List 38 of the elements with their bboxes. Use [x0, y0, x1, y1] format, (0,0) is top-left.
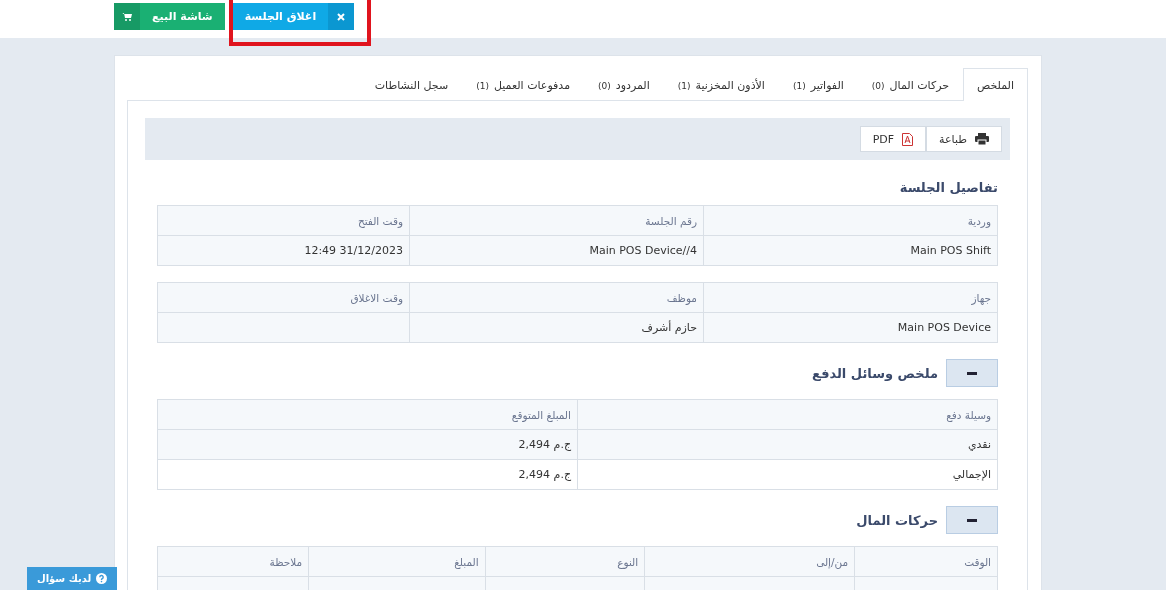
section-title: ملخص وسائل الدفع [812, 365, 938, 381]
print-button[interactable]: طباعة [926, 126, 1002, 152]
pdf-button[interactable]: PDF [859, 126, 927, 152]
printer-icon [975, 133, 989, 145]
minus-icon [967, 518, 977, 522]
column-header: المبلغ [308, 546, 486, 577]
column-header: المبلغ المتوقع [157, 399, 578, 430]
column-header: موظف [409, 282, 704, 313]
section-title: تفاصيل الجلسة [899, 180, 998, 195]
table-cell: ج.م 2,494 [157, 459, 578, 490]
column-header: ملاحظة [157, 546, 309, 577]
column-header: رقم الجلسة [409, 205, 704, 236]
column-header: وردية [703, 205, 998, 236]
column-header: وقت الفتح [157, 205, 410, 236]
column-header: جهاز [703, 282, 998, 313]
collapse-button[interactable] [946, 506, 998, 534]
cart-icon [122, 12, 132, 21]
table-cell: Main POS Device [703, 312, 998, 343]
table-cell: Main POS Device//4 [409, 235, 704, 266]
column-header: وسيلة دفع [577, 399, 998, 430]
table-cell: الإجمالي [577, 459, 998, 490]
tab[interactable]: الملخص [963, 68, 1028, 101]
table-cell: 31/12/2023 12:49 [157, 235, 410, 266]
table-cell: Main POS Shift [703, 235, 998, 266]
table-cell: نقدي [577, 429, 998, 460]
section-title: حركات المال [856, 512, 938, 528]
question-icon [96, 573, 108, 584]
column-header: النوع [485, 546, 645, 577]
minus-icon [967, 371, 977, 375]
collapse-button[interactable] [946, 359, 998, 387]
column-header: وقت الاغلاق [157, 282, 410, 313]
table-cell: ج.م 2,494 [157, 429, 578, 460]
pdf-file-icon [902, 132, 914, 146]
tab[interactable]: سجل النشاطات [360, 68, 463, 101]
close-icon [337, 12, 346, 21]
column-header: من/إلى [644, 546, 855, 577]
column-header: الوقت [854, 546, 998, 577]
table-cell: حازم أشرف [409, 312, 704, 343]
